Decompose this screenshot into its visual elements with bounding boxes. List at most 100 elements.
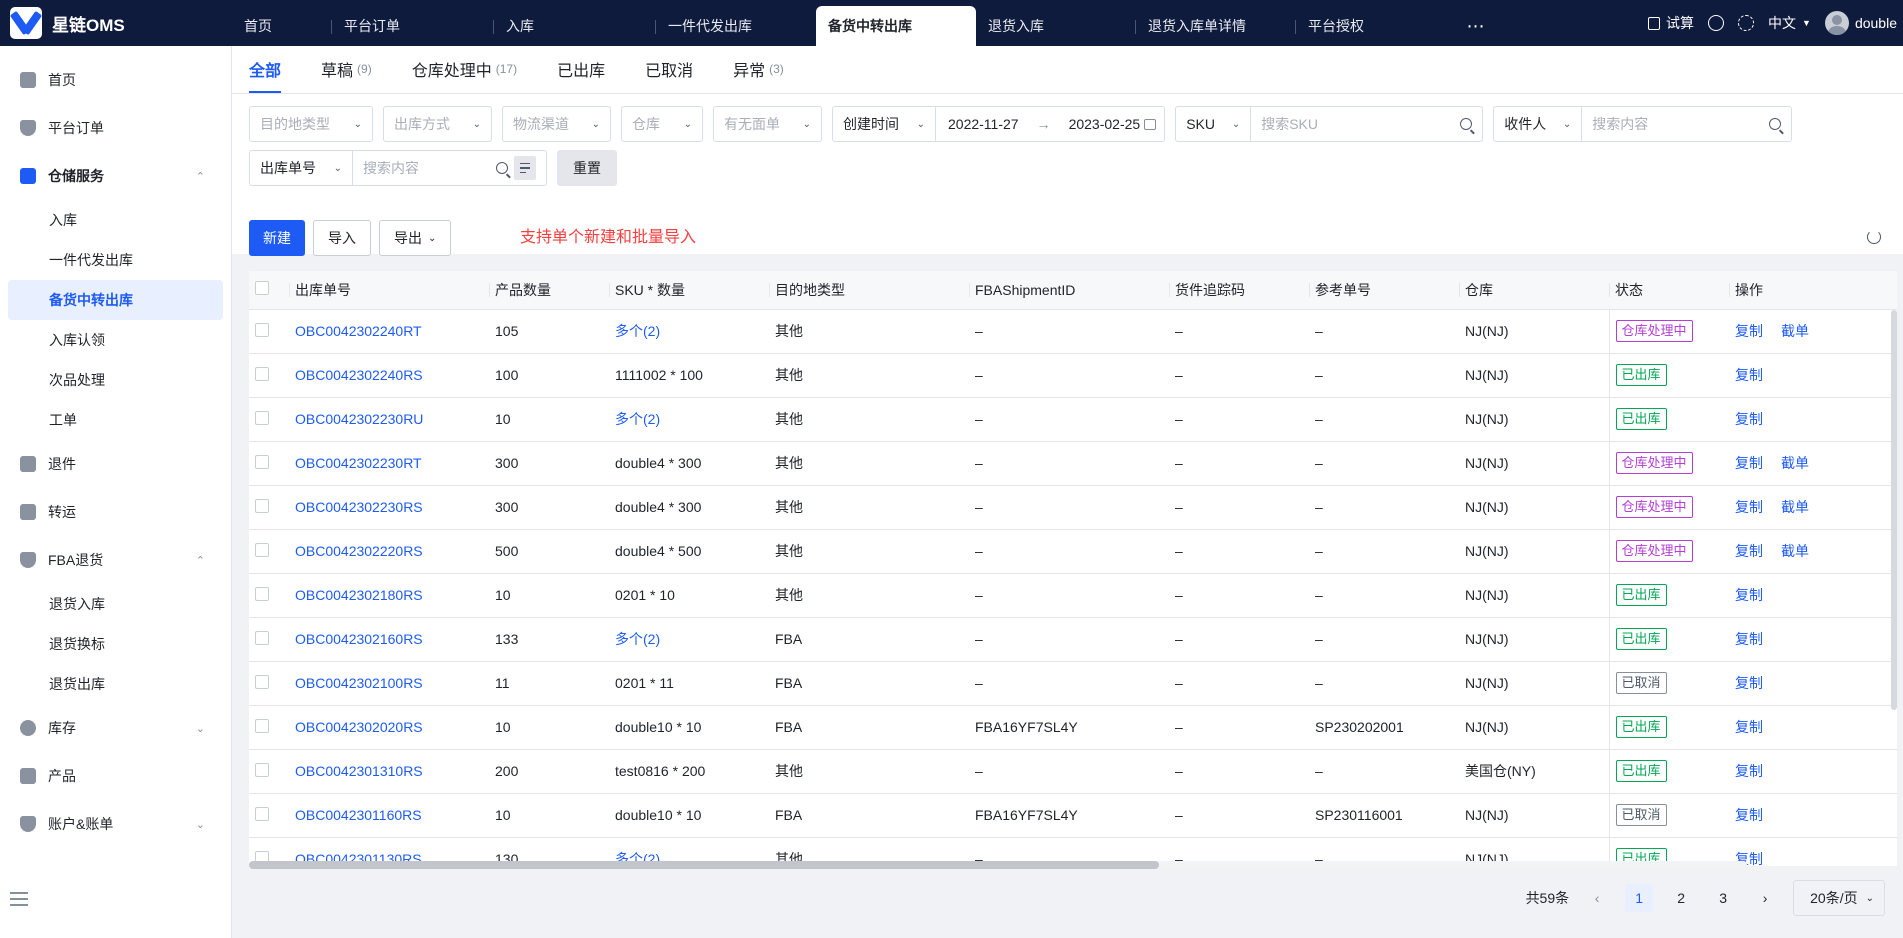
order-no-link[interactable]: OBC0042302160RS <box>289 617 489 662</box>
tab-cancelled[interactable]: 已取消 <box>645 45 693 93</box>
more-tabs-icon[interactable]: ⋯ <box>1456 6 1496 46</box>
select-all-checkbox[interactable] <box>249 271 289 310</box>
table-row[interactable]: OBC0042301310RS 200 test0816 * 200 其他 – – – 美国仓… <box>249 749 1897 794</box>
order-no-link[interactable]: OBC0042301160RS <box>289 793 489 838</box>
sidebar-sub-workorder[interactable]: 工单 <box>8 400 223 440</box>
sku-multi-link[interactable]: 多个(2) <box>609 309 769 354</box>
checkbox-cell[interactable] <box>249 617 289 662</box>
export-button[interactable]: 导出 ⌄ <box>379 220 452 256</box>
row-checkbox[interactable] <box>255 542 269 557</box>
row-checkbox[interactable] <box>255 454 269 469</box>
sidebar-item-home[interactable]: 首页 <box>0 56 231 104</box>
order-no-link[interactable]: OBC0042302230RS <box>289 485 489 530</box>
tab-all[interactable]: 全部 <box>249 45 282 93</box>
download-button[interactable] <box>1708 15 1725 31</box>
tab-draft[interactable]: 草稿 (9) <box>321 45 372 93</box>
intercept-link[interactable]: 截单 <box>1781 455 1809 471</box>
sku-multi-link[interactable]: 多个(2) <box>609 397 769 442</box>
top-tab-home[interactable]: 首页 <box>232 6 332 46</box>
import-button[interactable]: 导入 <box>313 220 371 256</box>
date-range-picker[interactable]: 2022-11-27 → 2023-02-25 <box>936 106 1166 142</box>
sidebar-sub-return-relabel[interactable]: 退货换标 <box>8 624 223 664</box>
tab-shipped[interactable]: 已出库 <box>557 45 605 93</box>
tab-exception[interactable]: 异常 (3) <box>733 45 784 93</box>
tab-processing[interactable]: 仓库处理中 (17) <box>412 45 517 93</box>
row-checkbox[interactable] <box>255 718 269 733</box>
top-tab-return-detail[interactable]: 退货入库单详情 <box>1136 6 1296 46</box>
app-logo[interactable]: 星链OMS <box>0 7 232 39</box>
row-checkbox[interactable] <box>255 322 269 337</box>
order-no-link[interactable]: OBC0042302240RT <box>289 309 489 354</box>
checkbox-cell[interactable] <box>249 485 289 530</box>
table-row[interactable]: OBC0042302240RT 105 多个(2) 其他 – – – NJ(NJ) 仓库处理中复… <box>249 309 1897 354</box>
order-no-link[interactable]: OBC0042302230RT <box>289 441 489 486</box>
language-select[interactable]: 中文 ▼ <box>1768 13 1811 33</box>
recipient-field-select[interactable]: 收件人 ⌄ <box>1493 106 1583 142</box>
refresh-icon[interactable] <box>1867 230 1881 244</box>
order-no-link[interactable]: OBC0042302100RS <box>289 661 489 706</box>
sidebar-item-fba-returns[interactable]: FBA退货 ⌃ <box>0 536 231 584</box>
checkbox-cell[interactable] <box>249 309 289 354</box>
page-1[interactable]: 1 <box>1625 884 1654 912</box>
sku-field-select[interactable]: SKU ⌄ <box>1175 106 1252 142</box>
table-row[interactable]: OBC0042302180RS 10 0201 * 10 其他 – – – NJ(NJ) 已出库… <box>249 573 1897 618</box>
order-no-link[interactable]: OBC0042302180RS <box>289 573 489 618</box>
sidebar-item-platform-orders[interactable]: 平台订单 <box>0 104 231 152</box>
vertical-scrollbar[interactable] <box>1891 310 1897 710</box>
new-button[interactable]: 新建 <box>249 220 305 256</box>
top-tab-transfer-outbound[interactable]: 备货中转出库 <box>816 6 976 46</box>
row-checkbox[interactable] <box>255 762 269 777</box>
order-field-select[interactable]: 出库单号 ⌄ <box>249 150 353 186</box>
sku-multi-link[interactable]: 多个(2) <box>609 617 769 662</box>
sidebar-sub-return-inbound[interactable]: 退货入库 <box>8 584 223 624</box>
row-checkbox[interactable] <box>255 586 269 601</box>
batch-search-icon[interactable] <box>514 156 536 180</box>
checkbox-cell[interactable] <box>249 529 289 574</box>
checkbox-cell[interactable] <box>249 441 289 486</box>
scrollbar-thumb[interactable] <box>249 861 1159 869</box>
copy-link[interactable]: 复制 <box>1735 499 1763 515</box>
table-row[interactable]: OBC0042302230RS 300 double4 * 300 其他 – – – NJ(N… <box>249 485 1897 530</box>
page-2[interactable]: 2 <box>1667 884 1695 912</box>
copy-link[interactable]: 复制 <box>1735 631 1763 647</box>
sidebar-item-warehouse[interactable]: 仓储服务 ⌃ <box>0 152 231 200</box>
copy-link[interactable]: 复制 <box>1735 367 1763 383</box>
checkbox-cell[interactable] <box>249 573 289 618</box>
next-page-icon[interactable]: › <box>1751 884 1779 912</box>
copy-link[interactable]: 复制 <box>1735 543 1763 559</box>
row-checkbox[interactable] <box>255 498 269 513</box>
sidebar-sub-defect[interactable]: 次品处理 <box>8 360 223 400</box>
order-search-input[interactable]: 搜索内容 <box>353 150 547 186</box>
checkbox-cell[interactable] <box>249 705 289 750</box>
reset-button[interactable]: 重置 <box>557 150 617 186</box>
checkbox-cell[interactable] <box>249 749 289 794</box>
table-row[interactable]: OBC0042302020RS 10 double10 * 10 FBA FBA16YF… <box>249 705 1897 750</box>
intercept-link[interactable]: 截单 <box>1781 543 1809 559</box>
row-checkbox[interactable] <box>255 410 269 425</box>
sidebar-sub-return-outbound[interactable]: 退货出库 <box>8 664 223 704</box>
sidebar-item-transfer[interactable]: 转运 <box>0 488 231 536</box>
copy-link[interactable]: 复制 <box>1735 411 1763 427</box>
copy-link[interactable]: 复制 <box>1735 675 1763 691</box>
page-size-select[interactable]: 20条/页 ⌄ <box>1793 880 1885 916</box>
sidebar-sub-inbound-claim[interactable]: 入库认领 <box>8 320 223 360</box>
table-row[interactable]: OBC0042302230RU 10 多个(2) 其他 – – – NJ(NJ) 已出库 复制 <box>249 397 1897 442</box>
recipient-search-input[interactable]: 搜索内容 <box>1582 106 1793 142</box>
table-row[interactable]: OBC0042302230RT 300 double4 * 300 其他 – – – NJ(N… <box>249 441 1897 486</box>
copy-link[interactable]: 复制 <box>1735 719 1763 735</box>
row-checkbox[interactable] <box>255 366 269 381</box>
sidebar-sub-inbound[interactable]: 入库 <box>8 200 223 240</box>
trial-calc-button[interactable]: 试算 <box>1648 13 1694 33</box>
order-no-link[interactable]: OBC0042302230RU <box>289 397 489 442</box>
copy-link[interactable]: 复制 <box>1735 763 1763 779</box>
sku-search-input[interactable]: 搜索SKU <box>1251 106 1484 142</box>
copy-link[interactable]: 复制 <box>1735 587 1763 603</box>
label-select[interactable]: 有无面单 ⌄ <box>713 106 822 142</box>
sidebar-item-returns[interactable]: 退件 <box>0 440 231 488</box>
intercept-link[interactable]: 截单 <box>1781 323 1809 339</box>
checkbox-cell[interactable] <box>249 661 289 706</box>
horizontal-scrollbar[interactable] <box>249 861 1747 869</box>
page-3[interactable]: 3 <box>1709 884 1737 912</box>
order-no-link[interactable]: OBC0042302240RS <box>289 353 489 398</box>
checkbox-cell[interactable] <box>249 353 289 398</box>
